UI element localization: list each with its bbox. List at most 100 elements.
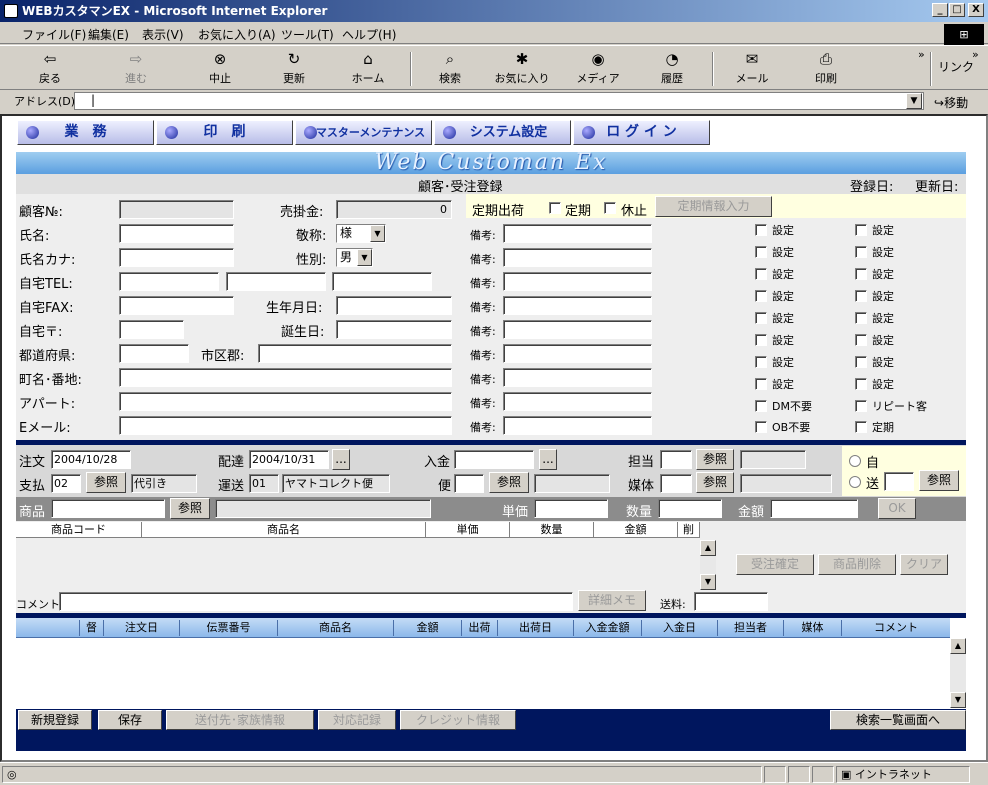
media-button[interactable]: ◉ メディア	[568, 50, 628, 90]
memo-input-3[interactable]	[503, 272, 652, 291]
dm-checkbox[interactable]	[755, 400, 767, 412]
scroll-down-icon[interactable]: ▼	[700, 574, 716, 590]
teiki-checkbox[interactable]	[855, 421, 867, 433]
staff-input[interactable]	[660, 450, 692, 469]
save-button[interactable]: 保存	[98, 710, 162, 730]
setting-checkbox[interactable]	[855, 356, 867, 368]
nav-print[interactable]: 印 刷	[156, 120, 293, 145]
kana-input[interactable]	[119, 248, 234, 267]
minimize-button[interactable]: _	[932, 3, 948, 17]
menu-file[interactable]: ファイル(F)	[22, 26, 86, 43]
forward-button[interactable]: ⇨ 進む	[106, 50, 166, 90]
staff-ref-button[interactable]: 参照	[696, 449, 734, 470]
email-input[interactable]	[119, 416, 452, 435]
setting-checkbox[interactable]	[855, 268, 867, 280]
qty-input[interactable]	[658, 499, 722, 518]
delivery-date-input[interactable]: 2004/10/31	[249, 450, 329, 469]
memo-input-1[interactable]	[503, 224, 652, 243]
setting-checkbox[interactable]	[755, 246, 767, 258]
address-input[interactable]: |	[74, 92, 924, 110]
radio-self[interactable]	[849, 455, 861, 467]
town-input[interactable]	[119, 368, 452, 387]
nav-system-settings[interactable]: システム設定	[434, 120, 571, 145]
zip-input[interactable]	[119, 320, 184, 339]
setting-checkbox[interactable]	[755, 224, 767, 236]
go-button[interactable]: ↪移動	[934, 94, 968, 111]
pay-ref-button[interactable]: 参照	[86, 472, 126, 493]
apartment-input[interactable]	[119, 392, 452, 411]
payment-input[interactable]	[454, 450, 534, 469]
setting-checkbox[interactable]	[755, 268, 767, 280]
payment-picker-button[interactable]: ...	[539, 449, 557, 470]
tel-input-1[interactable]	[119, 272, 219, 291]
setting-checkbox[interactable]	[755, 290, 767, 302]
setting-checkbox[interactable]	[855, 224, 867, 236]
mail-button[interactable]: ✉ メール	[722, 50, 782, 90]
product-input[interactable]	[51, 499, 165, 518]
order-date-input[interactable]: 2004/10/28	[51, 450, 131, 469]
periodic-checkbox[interactable]	[549, 202, 561, 214]
radio-send[interactable]	[849, 476, 861, 488]
menu-tools[interactable]: ツール(T)	[281, 26, 334, 43]
setting-checkbox[interactable]	[755, 312, 767, 324]
setting-checkbox[interactable]	[755, 356, 767, 368]
periodic-info-button[interactable]: 定期情報入力	[655, 196, 772, 217]
send-input[interactable]	[884, 472, 914, 491]
setting-checkbox[interactable]	[855, 290, 867, 302]
links-label[interactable]: リンク	[938, 58, 974, 75]
chevron-down-icon[interactable]: ▼	[906, 93, 922, 109]
menu-view[interactable]: 表示(V)	[142, 26, 184, 43]
city-input[interactable]	[258, 344, 452, 363]
back-button[interactable]: ⇦ 戻る	[20, 50, 80, 90]
fax-input[interactable]	[119, 296, 234, 315]
close-button[interactable]: X	[968, 3, 984, 17]
maximize-button[interactable]: □	[949, 3, 965, 17]
name-input[interactable]	[119, 224, 234, 243]
birthday-input[interactable]	[336, 320, 452, 339]
amount-input[interactable]	[770, 499, 858, 518]
setting-checkbox[interactable]	[855, 246, 867, 258]
price-input[interactable]	[534, 499, 608, 518]
setting-checkbox[interactable]	[855, 312, 867, 324]
response-record-button[interactable]: 対応記録	[318, 710, 396, 730]
flight-input[interactable]	[454, 474, 484, 493]
honorific-select[interactable]: 様 ▼	[336, 224, 386, 243]
scroll-up-icon[interactable]: ▲	[700, 540, 716, 556]
memo-input-5[interactable]	[503, 320, 652, 339]
menu-edit[interactable]: 編集(E)	[88, 26, 129, 43]
memo-input-9[interactable]	[503, 416, 652, 435]
ob-checkbox[interactable]	[755, 421, 767, 433]
search-list-button[interactable]: 検索一覧画面へ	[830, 710, 966, 730]
refresh-button[interactable]: ↻ 更新	[264, 50, 324, 90]
confirm-order-button[interactable]: 受注確定	[736, 554, 814, 575]
repeat-checkbox[interactable]	[855, 400, 867, 412]
send-ref-button[interactable]: 参照	[919, 470, 959, 491]
credit-info-button[interactable]: クレジット情報	[400, 710, 516, 730]
menu-favorites[interactable]: お気に入り(A)	[198, 26, 276, 43]
print-button[interactable]: ⎙ 印刷	[796, 50, 856, 90]
media-ref-button[interactable]: 参照	[696, 472, 734, 493]
menu-help[interactable]: ヘルプ(H)	[342, 26, 396, 43]
comment-input[interactable]	[59, 592, 573, 611]
scroll-down-icon[interactable]: ▼	[950, 692, 966, 708]
tel-input-2[interactable]	[226, 272, 326, 291]
ok-button[interactable]: OK	[878, 498, 916, 519]
clear-button[interactable]: クリア	[900, 554, 948, 575]
family-info-button[interactable]: 送付先･家族情報	[166, 710, 314, 730]
memo-input-6[interactable]	[503, 344, 652, 363]
history-button[interactable]: ◔ 履歴	[642, 50, 702, 90]
memo-input-2[interactable]	[503, 248, 652, 267]
postage-input[interactable]	[694, 592, 768, 611]
new-registration-button[interactable]: 新規登録	[18, 710, 92, 730]
delete-product-button[interactable]: 商品削除	[818, 554, 896, 575]
setting-checkbox[interactable]	[855, 334, 867, 346]
memo-input-4[interactable]	[503, 296, 652, 315]
media-input[interactable]	[660, 474, 692, 493]
pay-code-input[interactable]: 02	[51, 474, 81, 493]
search-button[interactable]: ⌕ 検索	[420, 50, 480, 90]
detail-memo-button[interactable]: 詳細メモ	[578, 590, 646, 611]
memo-input-8[interactable]	[503, 392, 652, 411]
prefecture-input[interactable]	[119, 344, 189, 363]
memo-input-7[interactable]	[503, 368, 652, 387]
product-ref-button[interactable]: 参照	[170, 498, 210, 519]
